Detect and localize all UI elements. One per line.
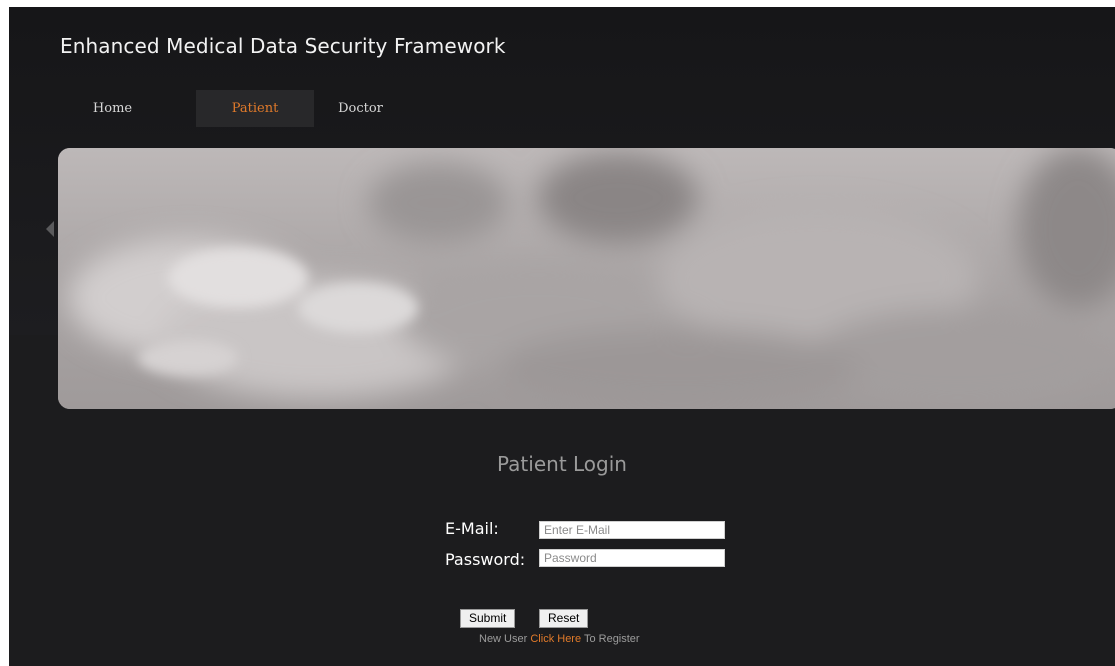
site-title: Enhanced Medical Data Security Framework	[60, 34, 506, 58]
banner-fog-image	[58, 148, 1115, 409]
register-suffix: To Register	[583, 633, 640, 645]
nav-item-patient[interactable]: Patient	[196, 90, 314, 127]
register-prompt: New User Click Here To Register	[479, 633, 640, 645]
email-field[interactable]	[539, 521, 725, 539]
email-label: E-Mail:	[445, 519, 499, 538]
main-nav: Home Patient Doctor	[77, 90, 407, 127]
nav-item-home[interactable]: Home	[77, 90, 148, 127]
password-field[interactable]	[539, 549, 725, 567]
register-prefix: New User	[479, 633, 528, 645]
submit-button[interactable]: Submit	[460, 609, 516, 628]
slider-prev-arrow-icon[interactable]	[46, 221, 54, 237]
nav-item-doctor[interactable]: Doctor	[314, 90, 407, 127]
register-link[interactable]: Click Here	[530, 633, 581, 645]
page: Enhanced Medical Data Security Framework…	[9, 7, 1115, 666]
login-title: Patient Login	[497, 452, 627, 476]
reset-button[interactable]: Reset	[539, 609, 589, 628]
banner-image	[58, 148, 1115, 409]
password-label: Password:	[445, 550, 526, 569]
